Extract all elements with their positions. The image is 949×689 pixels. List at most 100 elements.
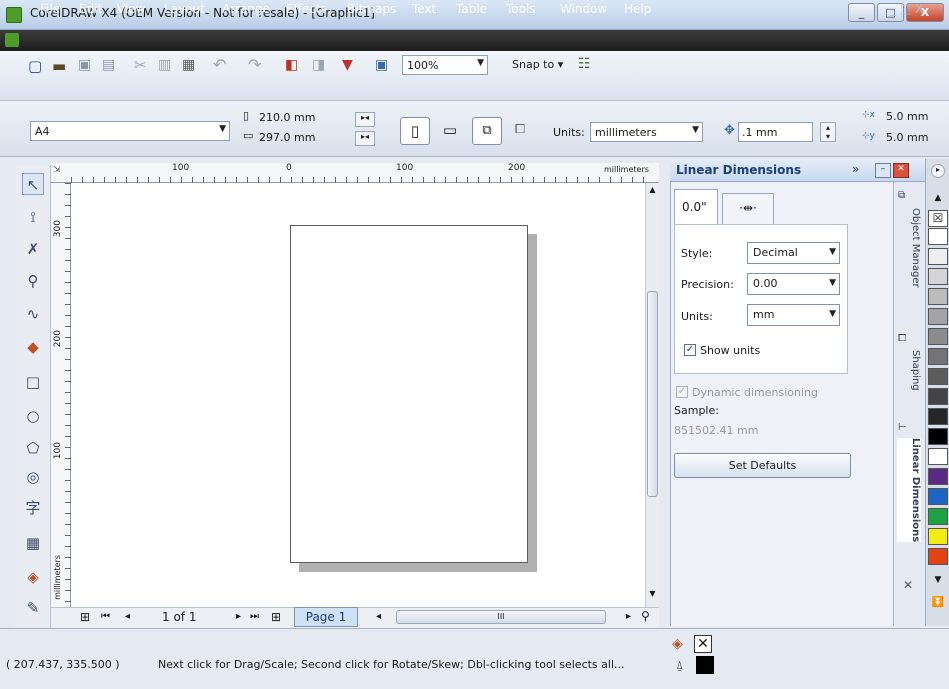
nudge-spinner[interactable]: ▴ ▾	[820, 122, 836, 142]
palette-flyout-icon[interactable]: ⏬	[929, 597, 947, 608]
menu-text[interactable]: Text	[412, 2, 436, 16]
linear-dimensions-tab[interactable]: Linear Dimensions	[897, 438, 921, 543]
docker-close-button[interactable]: ✕	[893, 163, 909, 178]
crop-tool-icon[interactable]: ✗	[22, 238, 44, 260]
landscape-button[interactable]: ▭	[436, 117, 464, 145]
color-swatch[interactable]	[928, 328, 948, 345]
docker-units-dropdown[interactable]: mm ▼	[747, 304, 840, 326]
color-swatch[interactable]	[928, 268, 948, 285]
vertical-scrollbar[interactable]: ▲ ▼	[645, 183, 659, 607]
page-width-field[interactable]: 210.0 mm	[259, 111, 315, 124]
paste-icon[interactable]: ▦	[182, 57, 195, 73]
insert-page-after-icon[interactable]: ⊞	[271, 610, 281, 624]
palette-down-icon[interactable]: ▼	[929, 575, 947, 585]
menu-edit[interactable]: Edit	[79, 2, 102, 16]
color-swatch[interactable]	[928, 228, 948, 245]
save-icon[interactable]: ▣	[78, 57, 91, 73]
document-window-controls[interactable]: _ ⬚ X	[890, 2, 923, 16]
nudge-distance-field[interactable]: .1 mm	[738, 122, 813, 142]
color-swatch[interactable]	[928, 348, 948, 365]
color-swatch[interactable]	[928, 508, 948, 525]
basic-shapes-tool-icon[interactable]: ◎	[22, 466, 44, 488]
last-page-icon[interactable]: ⏭	[250, 611, 259, 622]
width-spinner[interactable]: ▸◂	[355, 112, 375, 127]
open-icon[interactable]: ▬	[52, 57, 66, 75]
table-tool-icon[interactable]: ▦	[22, 532, 44, 554]
palette-scroll-up-icon[interactable]: ▸	[931, 164, 945, 178]
undo-icon[interactable]: ↶	[213, 55, 226, 74]
menu-window[interactable]: Window	[560, 2, 607, 16]
menu-layout[interactable]: Layout	[164, 2, 205, 16]
color-swatch[interactable]	[928, 408, 948, 425]
previous-page-icon[interactable]: ◂	[125, 611, 130, 622]
copy-icon[interactable]: ▥	[158, 57, 171, 73]
all-pages-button[interactable]: ⧉	[472, 117, 502, 145]
color-swatch[interactable]	[928, 308, 948, 325]
docker-tab-text-position[interactable]: ·⇹·	[722, 193, 774, 224]
new-document-icon[interactable]: ▢	[28, 57, 42, 75]
menu-tools[interactable]: Tools	[506, 2, 536, 16]
polygon-tool-icon[interactable]: ⬠	[22, 437, 44, 459]
application-launcher-icon[interactable]: ▼	[342, 57, 353, 73]
duplicate-distance-y[interactable]: 5.0 mm	[886, 131, 928, 144]
page-1-tab[interactable]: Page 1	[294, 607, 358, 627]
interactive-blend-tool-icon[interactable]: ◈	[22, 566, 44, 588]
scroll-down-icon[interactable]: ▼	[646, 589, 659, 598]
menu-table[interactable]: Table	[456, 2, 487, 16]
docker-tab-decimal[interactable]: 0.0"	[674, 189, 718, 224]
close-tab-icon[interactable]: ✕	[903, 578, 913, 592]
color-swatch[interactable]	[928, 388, 948, 405]
menu-help[interactable]: Help	[624, 2, 651, 16]
color-swatch[interactable]	[928, 468, 948, 485]
export-icon[interactable]: ◨	[312, 57, 325, 73]
next-page-icon[interactable]: ▸	[236, 611, 241, 622]
fill-none-swatch[interactable]: ✕	[694, 635, 712, 653]
minimize-button[interactable]: _	[848, 3, 875, 22]
duplicate-distance-x[interactable]: 5.0 mm	[886, 110, 928, 123]
palette-up-icon[interactable]: ▲	[929, 193, 947, 203]
coreldraw-app-icon[interactable]	[6, 7, 22, 23]
menu-effects[interactable]: Effects	[286, 2, 327, 16]
zoom-level-dropdown[interactable]: 100% ▼	[402, 55, 488, 75]
horizontal-scroll-thumb[interactable]: III	[396, 610, 606, 624]
first-page-icon[interactable]: ⏮	[101, 611, 110, 622]
zoom-tool-icon[interactable]: ⚲	[22, 270, 44, 292]
cut-icon[interactable]: ✂	[134, 56, 147, 74]
text-tool-icon[interactable]: 字	[22, 497, 44, 519]
color-swatch[interactable]	[928, 448, 948, 465]
smart-fill-tool-icon[interactable]: ◆	[22, 336, 44, 358]
scroll-up-icon[interactable]: ▲	[646, 185, 659, 194]
menu-file[interactable]: File	[40, 2, 60, 16]
document-icon[interactable]	[5, 33, 19, 47]
color-swatch[interactable]	[928, 528, 948, 545]
print-icon[interactable]: ▤	[102, 57, 115, 73]
color-swatch[interactable]	[928, 288, 948, 305]
page-height-field[interactable]: 297.0 mm	[259, 131, 315, 144]
ellipse-tool-icon[interactable]: ○	[22, 405, 44, 427]
scroll-left-icon[interactable]: ◂	[376, 611, 381, 622]
navigator-icon[interactable]: ⚲	[641, 609, 650, 623]
menu-bitmaps[interactable]: Bitmaps	[347, 2, 396, 16]
docker-minimize-button[interactable]: –	[875, 163, 891, 178]
color-swatch[interactable]	[928, 248, 948, 265]
color-swatch[interactable]	[928, 488, 948, 505]
no-fill-swatch[interactable]: ☒	[928, 210, 948, 227]
show-units-checkbox[interactable]: ✓	[684, 344, 696, 356]
welcome-screen-icon[interactable]: ▣	[375, 57, 388, 73]
page-a4[interactable]	[290, 225, 528, 563]
options-icon[interactable]: ☷	[578, 56, 591, 72]
insert-page-before-icon[interactable]: ⊞	[80, 610, 90, 624]
style-dropdown[interactable]: Decimal ▼	[747, 242, 840, 264]
snap-to-dropdown[interactable]: Snap to ▾	[512, 58, 563, 71]
vertical-scroll-thumb[interactable]	[647, 291, 658, 497]
redo-icon[interactable]: ↷	[248, 55, 261, 74]
scroll-right-icon[interactable]: ▸	[626, 611, 631, 622]
units-dropdown[interactable]: millimeters ▼	[590, 122, 703, 142]
set-defaults-button[interactable]: Set Defaults	[674, 453, 851, 478]
expand-docker-icon[interactable]: »	[852, 162, 859, 176]
page-size-dropdown[interactable]: A4 ▼	[30, 121, 230, 141]
shaping-tab[interactable]: Shaping	[897, 350, 921, 391]
eyedropper-tool-icon[interactable]: ✎	[22, 597, 44, 619]
current-page-button[interactable]: ⧠	[506, 117, 534, 145]
color-swatch[interactable]	[928, 548, 948, 565]
